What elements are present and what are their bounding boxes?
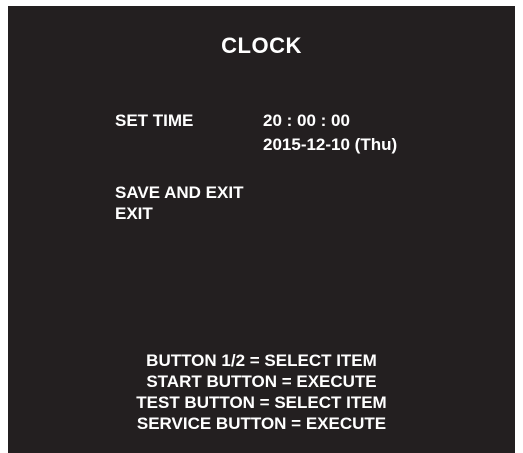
- save-and-exit-item[interactable]: SAVE AND EXIT: [115, 183, 243, 203]
- help-line-service-execute: SERVICE BUTTON = EXECUTE: [136, 414, 387, 433]
- date-value[interactable]: 2015-12-10 (Thu): [263, 135, 397, 155]
- help-line-select-item: BUTTON 1/2 = SELECT ITEM: [146, 351, 377, 370]
- clock-screen: CLOCK SET TIME 20 : 00 : 00 2015-12-10 (…: [8, 6, 515, 453]
- help-line-start-execute: START BUTTON = EXECUTE: [146, 372, 377, 391]
- set-time-item[interactable]: SET TIME: [115, 111, 193, 131]
- help-line-test-select: TEST BUTTON = SELECT ITEM: [136, 393, 387, 412]
- screen-title: CLOCK: [221, 33, 302, 58]
- time-value[interactable]: 20 : 00 : 00: [263, 111, 350, 131]
- exit-item[interactable]: EXIT: [115, 204, 153, 224]
